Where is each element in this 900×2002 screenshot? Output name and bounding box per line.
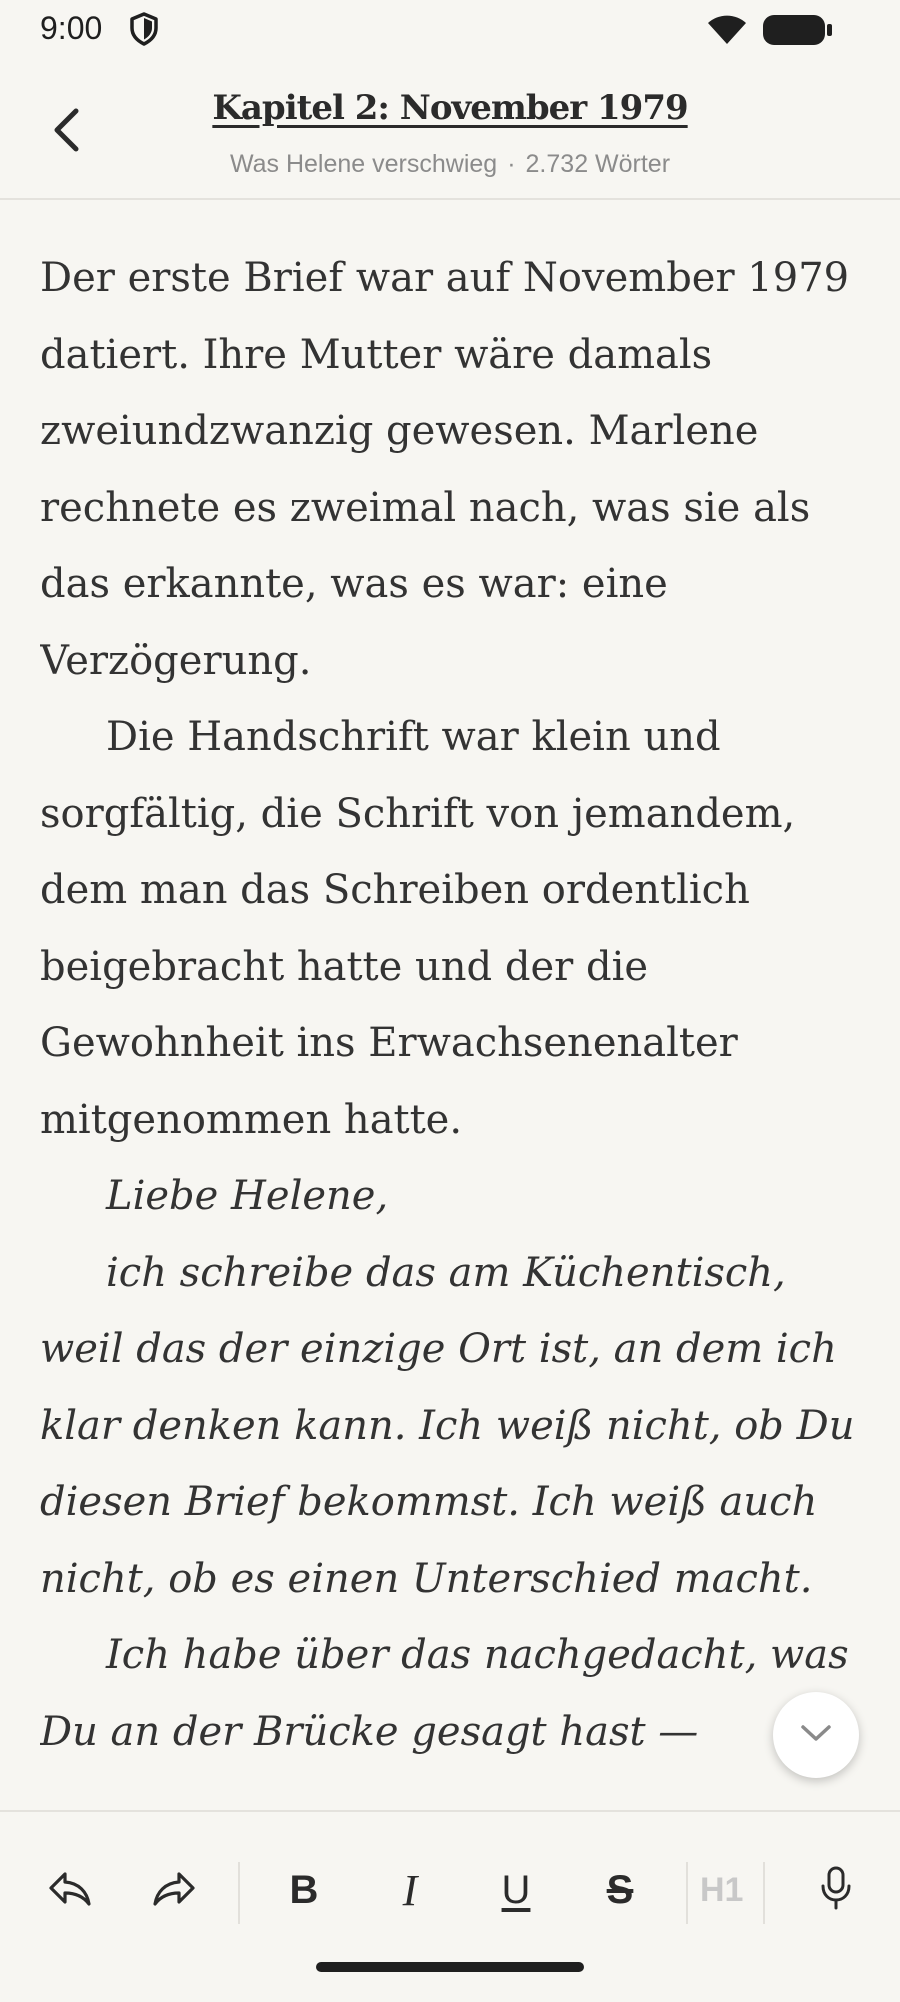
wifi-icon: [706, 12, 748, 50]
status-bar: 9:00: [0, 0, 900, 58]
microphone-icon: [820, 1866, 852, 1915]
dictation-button[interactable]: [796, 1850, 876, 1930]
subtitle-separator: ·: [507, 150, 516, 178]
word-count: 2.732 Wörter: [525, 150, 671, 178]
status-time: 9:00: [40, 10, 103, 46]
back-button[interactable]: [30, 96, 102, 168]
undo-button[interactable]: [30, 1850, 110, 1930]
scroll-to-bottom-button[interactable]: [773, 1692, 859, 1778]
editor-paragraph[interactable]: Liebe Helene,: [40, 1158, 860, 1235]
redo-icon: [151, 1868, 197, 1913]
book-title: Was Helene verschwieg: [229, 150, 498, 178]
toolbar-divider: [763, 1862, 765, 1924]
editor-paragraph[interactable]: Ich habe über das nachgedacht, was Du an…: [40, 1617, 860, 1770]
toolbar-divider: [686, 1862, 688, 1924]
chapter-editor[interactable]: Der erste Brief war auf November 1979 da…: [40, 240, 860, 1810]
heading-button[interactable]: H1: [700, 1850, 762, 1930]
chapter-title[interactable]: Kapitel 2: November 1979: [150, 88, 750, 128]
battery-icon: [762, 14, 834, 50]
chevron-left-icon: [51, 107, 81, 157]
bold-button[interactable]: B: [264, 1850, 344, 1930]
italic-button[interactable]: I: [370, 1850, 450, 1930]
formatting-toolbar: B I U S H1: [0, 1810, 900, 2002]
editor-paragraph[interactable]: ich schreibe das am Küchentisch, weil da…: [40, 1235, 860, 1618]
strikethrough-button[interactable]: S: [580, 1850, 660, 1930]
editor-paragraph[interactable]: Der erste Brief war auf November 1979 da…: [40, 240, 860, 699]
home-indicator[interactable]: [316, 1962, 584, 1972]
underline-button[interactable]: U: [476, 1850, 556, 1930]
shield-icon: [128, 12, 160, 50]
chapter-header: Kapitel 2: November 1979 Was Helene vers…: [0, 58, 900, 200]
editor-paragraph[interactable]: Die Handschrift war klein und sorgfältig…: [40, 699, 860, 1158]
redo-button[interactable]: [134, 1850, 214, 1930]
toolbar-divider: [238, 1862, 240, 1924]
undo-icon: [47, 1868, 93, 1913]
chapter-subtitle: Was Helene verschwieg · 2.732 Wörter: [150, 150, 750, 179]
chevron-down-icon: [799, 1722, 833, 1748]
